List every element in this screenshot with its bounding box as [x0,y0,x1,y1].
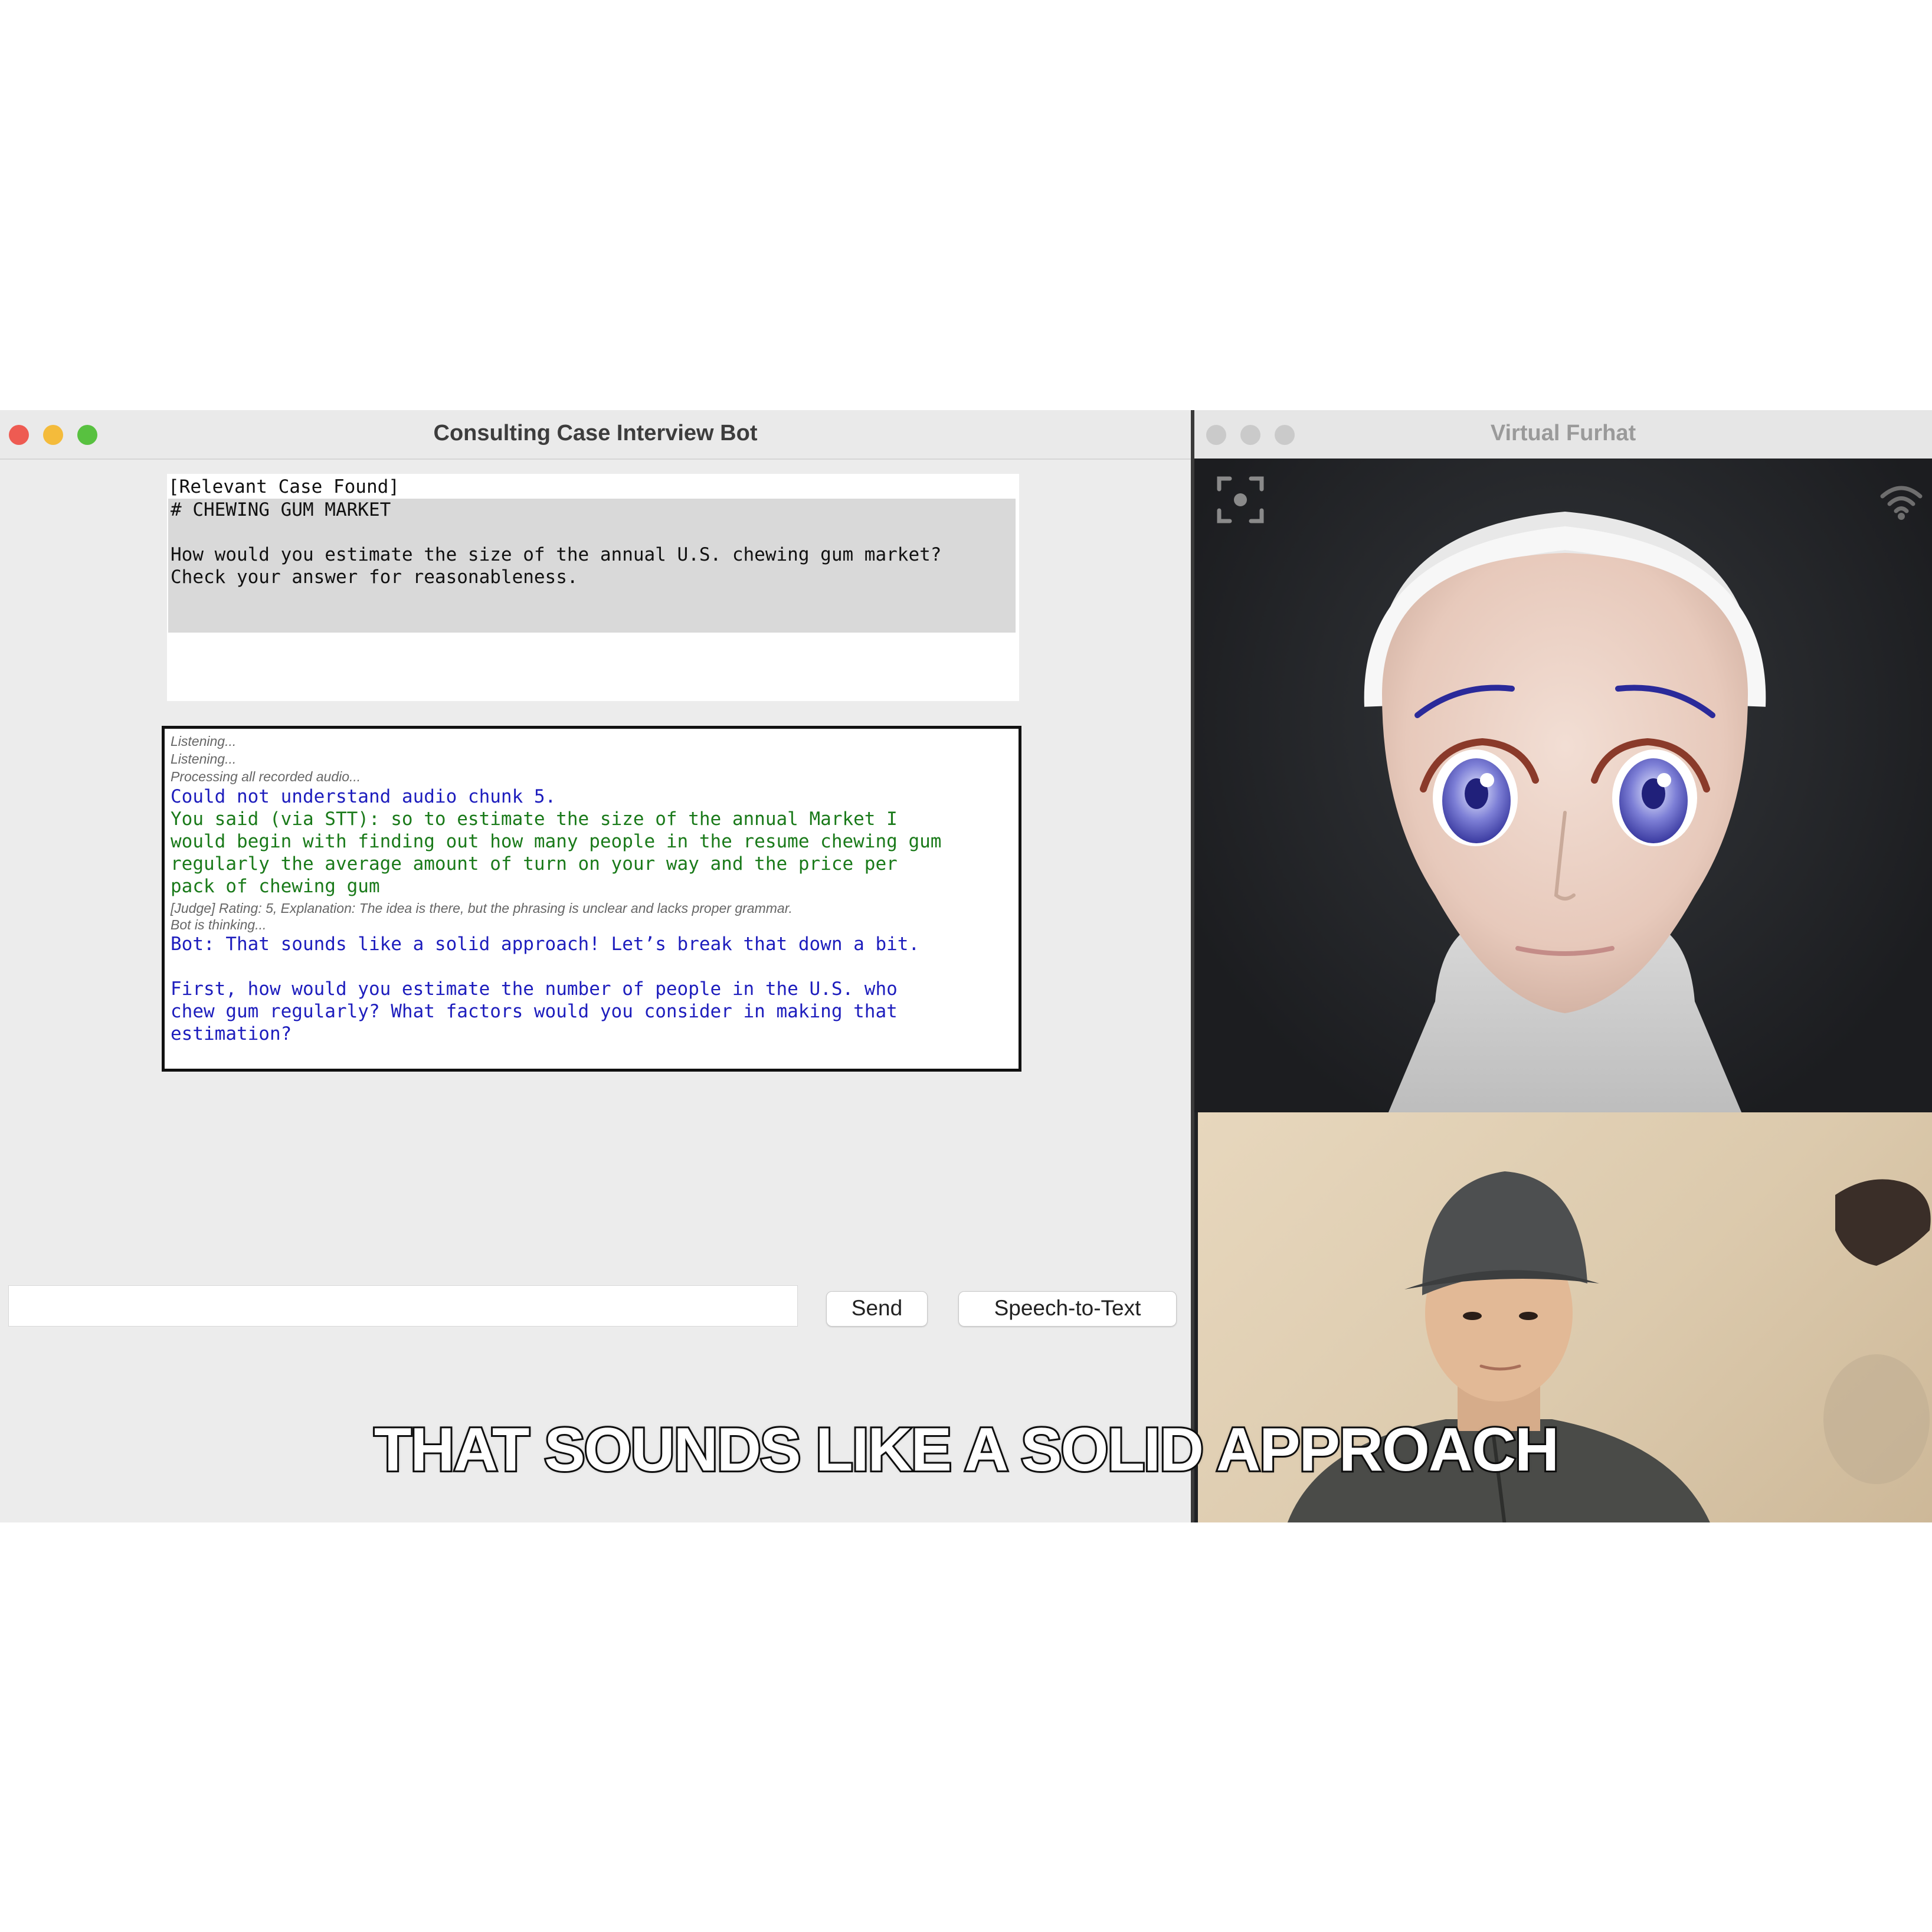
speech-to-text-button[interactable]: Speech-to-Text [958,1291,1177,1327]
log-listening: Listening... [171,733,237,749]
window-title: Consulting Case Interview Bot [433,421,758,446]
log-judge: [Judge] Rating: 5, Explanation: The idea… [171,900,793,916]
case-highlight: # CHEWING GUM MARKET How would you estim… [168,499,1016,633]
focus-icon[interactable] [1217,476,1264,523]
log-bot-reply: Bot: That sounds like a solid approach! … [171,934,920,955]
log-thinking: Bot is thinking... [171,917,267,932]
bot-window: Consulting Case Interview Bot [Relevant … [0,410,1191,1522]
log-stt-line: regularly the average amount of turn on … [171,853,898,875]
video-caption: THAT SOUNDS LIKE A SOLID APPROACH [372,1414,1561,1486]
furhat-3d-view[interactable] [1194,459,1932,1114]
log-bot-followup: First, how would you estimate the number… [171,978,898,1000]
conversation-log[interactable]: Listening... Listening... Processing all… [162,726,1021,1072]
log-listening: Listening... [171,751,237,767]
furhat-window: Virtual Furhat [1191,410,1932,1522]
log-processing: Processing all recorded audio... [171,769,361,784]
message-input[interactable] [8,1285,798,1327]
case-question-line2: Check your answer for reasonableness. [171,566,578,588]
case-question: How would you estimate the size of the a… [171,543,941,588]
log-error: Could not understand audio chunk 5. [171,786,556,807]
furhat-titlebar: Virtual Furhat [1194,410,1932,460]
log-stt-line: pack of chewing gum [171,876,380,897]
window-title: Virtual Furhat [1490,421,1636,446]
log-stt-line: would begin with finding out how many pe… [171,831,942,852]
wifi-icon [1880,486,1923,520]
bot-titlebar: Consulting Case Interview Bot [0,410,1191,460]
log-bot-followup: estimation? [171,1023,292,1044]
send-button[interactable]: Send [826,1291,928,1327]
case-panel[interactable]: [Relevant Case Found] # CHEWING GUM MARK… [167,474,1019,701]
case-found-header: [Relevant Case Found] [168,476,400,497]
log-bot-followup: chew gum regularly? What factors would y… [171,1001,898,1022]
case-heading: # CHEWING GUM MARKET [171,499,391,520]
log-stt-line: You said (via STT): so to estimate the s… [171,808,898,830]
case-question-line1: How would you estimate the size of the a… [171,544,942,565]
furhat-face [1364,512,1766,1114]
